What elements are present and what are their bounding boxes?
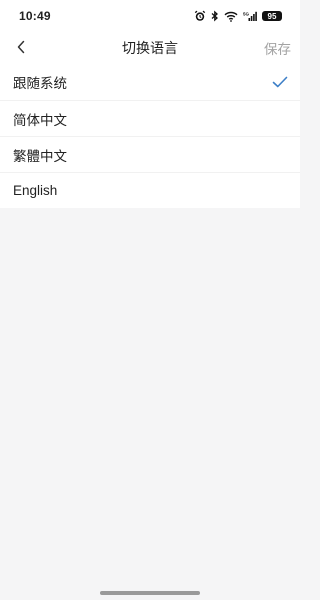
nav-bar: 切换语言 保存 [0,30,300,64]
language-label: 繁體中文 [13,148,67,165]
bluetooth-icon [211,10,219,22]
status-bar: 10:49 5G 95 [0,0,300,30]
svg-text:5G: 5G [243,11,250,16]
wifi-icon [224,11,238,22]
language-item-simplified-chinese[interactable]: 简体中文 [0,100,300,136]
language-item-follow-system[interactable]: 跟随系统 [0,64,300,100]
language-label: English [13,183,58,198]
language-item-english[interactable]: English [0,172,300,208]
alarm-icon [194,10,206,22]
checkmark-icon [272,76,288,88]
save-button[interactable]: 保存 [264,38,291,58]
cellular-5g-icon: 5G [243,11,257,22]
language-label: 跟随系统 [13,76,67,92]
language-label: 简体中文 [13,112,67,129]
home-indicator[interactable] [100,591,200,595]
language-item-traditional-chinese[interactable]: 繁體中文 [0,136,300,172]
battery-icon: 95 [262,11,282,21]
status-time: 10:49 [19,9,51,23]
page-title: 切换语言 [122,41,178,57]
status-icons: 5G 95 [194,9,282,23]
language-list: 跟随系统 简体中文 繁體中文 English [0,64,300,208]
